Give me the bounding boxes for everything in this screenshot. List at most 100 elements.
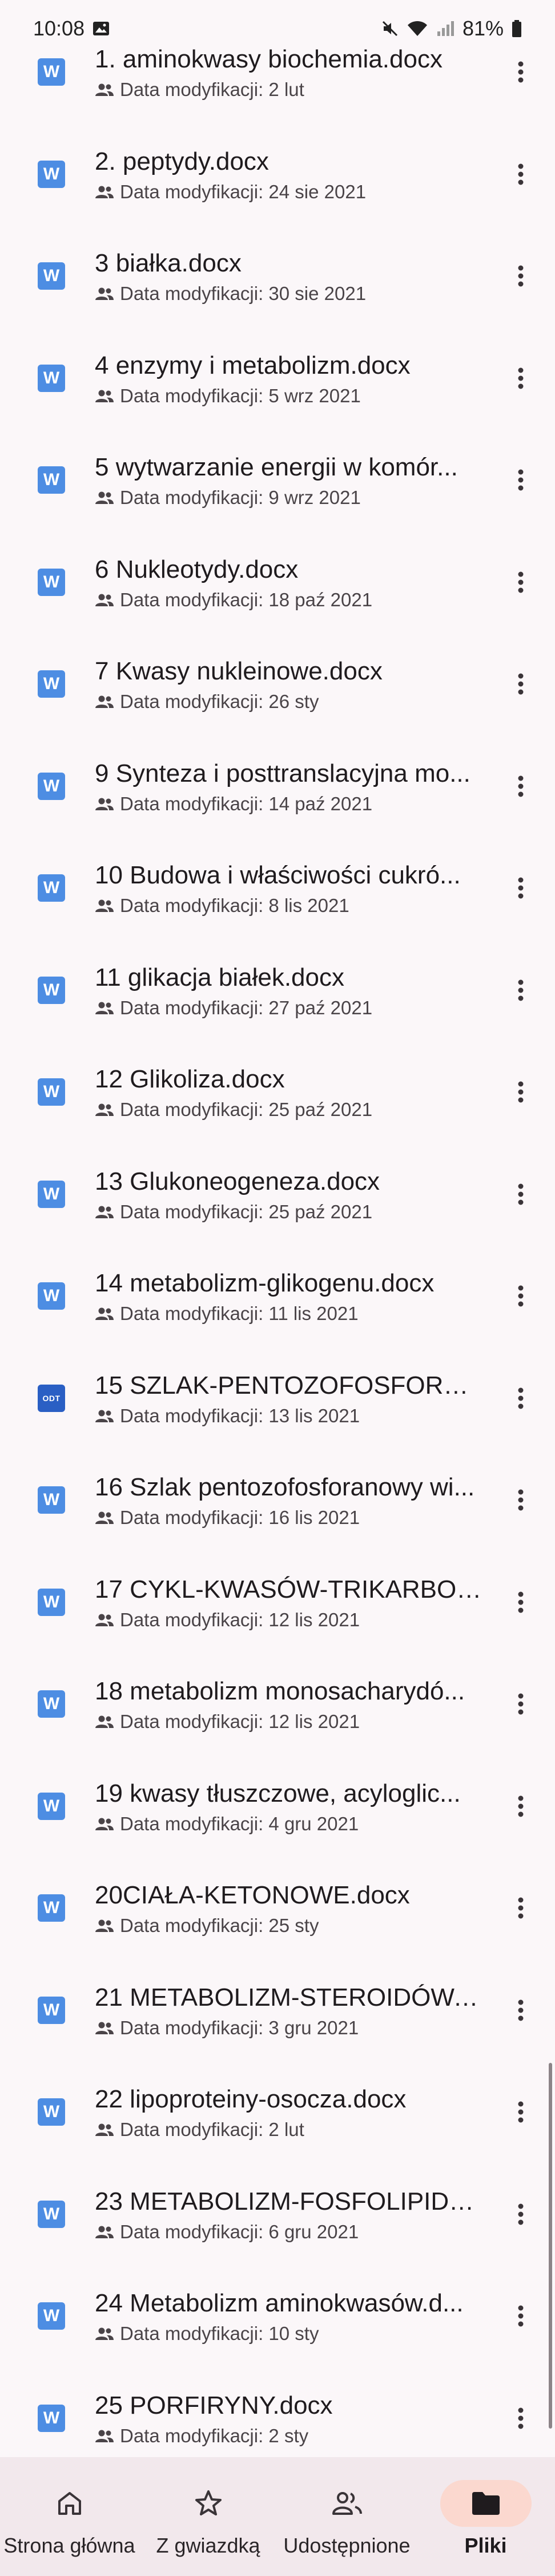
file-meta: Data modyfikacji: 18 paź 2021 (95, 589, 372, 611)
nav-item[interactable]: Z gwiazdką (139, 2457, 278, 2576)
file-row[interactable]: W 12 Glikoliza.docx Data modyfikacji: 25 p… (0, 1053, 555, 1155)
file-row[interactable]: W 10 Budowa i właściwości cukró... Data mo… (0, 849, 555, 951)
word-file-icon: W (38, 1792, 65, 1820)
file-row[interactable]: W 9 Synteza i posttranslacyjna mo... Data … (0, 747, 555, 850)
shared-people-icon (95, 1510, 114, 1525)
word-file-icon: W (38, 2302, 65, 2330)
file-row[interactable]: W 19 kwasy tłuszczowe, acyloglic... Data m… (0, 1767, 555, 1870)
nav-label: Z gwiazdką (156, 2534, 260, 2557)
more-options-icon[interactable] (505, 1586, 537, 1618)
word-file-icon: W (38, 1078, 65, 1106)
more-options-icon[interactable] (505, 1688, 537, 1720)
shared-people-icon (95, 286, 114, 301)
more-options-icon[interactable] (505, 1892, 537, 1924)
word-file-icon: W (38, 58, 65, 86)
more-options-icon[interactable] (505, 1382, 537, 1414)
modified-date: Data modyfikacji: 25 paź 2021 (120, 1201, 373, 1222)
shared-people-icon (95, 2326, 114, 2341)
file-title: 6 Nukleotydy.docx (95, 555, 299, 583)
file-row[interactable]: W 16 Szlak pentozofosforanowy wi... Data m… (0, 1461, 555, 1563)
more-options-icon[interactable] (505, 1994, 537, 2026)
more-options-icon[interactable] (505, 770, 537, 802)
word-file-icon: W (38, 1486, 65, 1514)
scrollbar[interactable] (549, 2063, 552, 2429)
nav-item[interactable]: Udostępnione (278, 2457, 416, 2576)
file-meta: Data modyfikacji: 9 wrz 2021 (95, 487, 361, 509)
file-row[interactable]: W 1. aminokwasy biochemia.docx Data modyfi… (0, 33, 555, 135)
more-options-icon[interactable] (505, 1790, 537, 1822)
nav-item[interactable]: Pliki (416, 2457, 555, 2576)
more-options-icon[interactable] (505, 1178, 537, 1210)
shared-people-icon (95, 2122, 114, 2137)
file-row[interactable]: W 2. peptydy.docx Data modyfikacji: 24 sie… (0, 135, 555, 238)
word-file-icon: W (38, 772, 65, 800)
more-options-icon[interactable] (505, 2198, 537, 2230)
word-file-icon: W (38, 160, 65, 188)
file-row[interactable]: W 7 Kwasy nukleinowe.docx Data modyfikacji… (0, 645, 555, 747)
shared-people-icon (95, 1714, 114, 1729)
people-icon (301, 2480, 393, 2527)
more-options-icon[interactable] (505, 566, 537, 598)
file-row[interactable]: W 5 wytwarzanie energii w komór... Data mo… (0, 441, 555, 543)
nav-label: Strona główna (3, 2534, 135, 2557)
file-meta: Data modyfikacji: 10 sty (95, 2323, 319, 2345)
nav-item[interactable]: Strona główna (0, 2457, 139, 2576)
file-meta: Data modyfikacji: 2 lut (95, 2119, 304, 2141)
file-meta: Data modyfikacji: 2 lut (95, 79, 304, 101)
more-options-icon[interactable] (505, 872, 537, 904)
file-row[interactable]: W 6 Nukleotydy.docx Data modyfikacji: 18 p… (0, 543, 555, 646)
file-row[interactable]: W 13 Glukoneogeneza.docx Data modyfikacji:… (0, 1155, 555, 1258)
file-row[interactable]: W 22 lipoproteiny-osocza.docx Data modyfik… (0, 2073, 555, 2175)
file-row[interactable]: W 4 enzymy i metabolizm.docx Data modyfika… (0, 339, 555, 442)
file-title: 9 Synteza i posttranslacyjna mo... (95, 759, 470, 787)
modified-date: Data modyfikacji: 3 gru 2021 (120, 2017, 359, 2038)
modified-date: Data modyfikacji: 18 paź 2021 (120, 589, 373, 610)
more-options-icon[interactable] (505, 1280, 537, 1312)
shared-people-icon (95, 1306, 114, 1321)
file-row[interactable]: W 21 METABOLIZM-STEROIDÓW.d... Data modyfi… (0, 1971, 555, 2074)
shared-people-icon (95, 1817, 114, 1831)
more-options-icon[interactable] (505, 158, 537, 190)
more-options-icon[interactable] (505, 2300, 537, 2332)
file-row[interactable]: W 18 metabolizm monosacharydó... Data mody… (0, 1665, 555, 1767)
shared-people-icon (95, 82, 114, 97)
file-row[interactable]: W 24 Metabolizm aminokwasów.d... Data mody… (0, 2277, 555, 2379)
word-file-icon: W (38, 1282, 65, 1310)
file-meta: Data modyfikacji: 24 sie 2021 (95, 181, 366, 203)
modified-date: Data modyfikacji: 8 lis 2021 (120, 895, 349, 916)
more-options-icon[interactable] (505, 974, 537, 1006)
more-options-icon[interactable] (505, 1484, 537, 1516)
more-options-icon[interactable] (505, 2096, 537, 2128)
file-row[interactable]: W 17 CYKL-KWASÓW-TRIKARBOK... Data modyfik… (0, 1563, 555, 1666)
word-file-icon: W (38, 670, 65, 698)
word-file-icon: W (38, 2200, 65, 2228)
more-options-icon[interactable] (505, 1076, 537, 1108)
modified-date: Data modyfikacji: 6 gru 2021 (120, 2221, 359, 2242)
more-options-icon[interactable] (505, 56, 537, 88)
file-meta: Data modyfikacji: 14 paź 2021 (95, 793, 372, 815)
modified-date: Data modyfikacji: 10 sty (120, 2323, 319, 2344)
word-file-icon: W (38, 976, 65, 1004)
file-row[interactable]: W 23 METABOLIZM-FOSFOLIPIDÓ... Data modyfi… (0, 2175, 555, 2278)
file-title: 12 Glikoliza.docx (95, 1065, 285, 1093)
more-options-icon[interactable] (505, 362, 537, 394)
more-options-icon[interactable] (505, 464, 537, 496)
modified-date: Data modyfikacji: 30 sie 2021 (120, 283, 367, 304)
file-list: W 1. aminokwasy biochemia.docx Data modyfi… (0, 33, 555, 2481)
file-meta: Data modyfikacji: 13 lis 2021 (95, 1405, 360, 1427)
modified-date: Data modyfikacji: 25 sty (120, 1915, 319, 1936)
file-title: 13 Glukoneogeneza.docx (95, 1167, 380, 1195)
more-options-icon[interactable] (505, 668, 537, 700)
file-row[interactable]: ODT 15 SZLAK-PENTOZOFOSFORAN... Data modyf… (0, 1359, 555, 1462)
file-title: 4 enzymy i metabolizm.docx (95, 351, 411, 379)
more-options-icon[interactable] (505, 260, 537, 292)
more-options-icon[interactable] (505, 2402, 537, 2434)
file-row[interactable]: W 14 metabolizm-glikogenu.docx Data modyfi… (0, 1257, 555, 1359)
file-row[interactable]: W 20CIAŁA-KETONOWE.docx Data modyfikacji: … (0, 1869, 555, 1971)
file-title: 3 białka.docx (95, 249, 242, 277)
shared-people-icon (95, 694, 114, 709)
file-title: 17 CYKL-KWASÓW-TRIKARBOK... (95, 1575, 483, 1603)
file-row[interactable]: W 11 glikacja białek.docx Data modyfikacji… (0, 951, 555, 1054)
file-row[interactable]: W 3 białka.docx Data modyfikacji: 30 sie 2… (0, 237, 555, 339)
file-title: 20CIAŁA-KETONOWE.docx (95, 1881, 410, 1909)
